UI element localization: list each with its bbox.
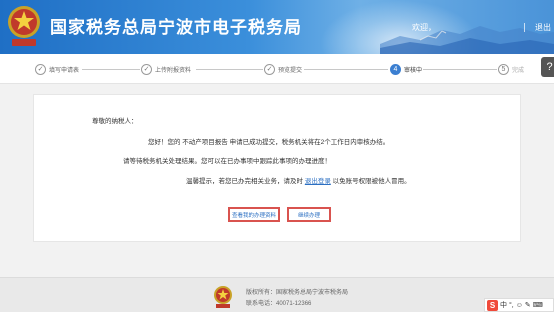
check-icon: ✓: [264, 63, 275, 75]
site-footer: 版权所有：国家税务总局宁波市税务局 联系电话：40071-12366: [0, 277, 554, 312]
view-my-documents-button[interactable]: 查看我的办理资料: [228, 207, 280, 222]
site-title: 国家税务总局宁波市电子税务局: [50, 18, 302, 37]
continue-button[interactable]: 继续办理: [287, 207, 331, 222]
welcome-text: 欢迎，: [412, 23, 436, 32]
reminder-prefix: 温馨提示，若您已办完相关业务，请及时: [186, 178, 303, 185]
step-connector: [423, 69, 497, 70]
header-divider: [524, 23, 525, 32]
button-label: 查看我的办理资料: [231, 212, 276, 219]
step-label: 填写申请表: [49, 67, 80, 74]
logout-reminder-link[interactable]: 退出登录: [305, 178, 331, 185]
submission-result-panel: 尊敬的纳税人： 您好！您的 不动产项目报告 申请已成功提交，税务机关将在2个工作…: [33, 94, 521, 242]
keyboard-icon[interactable]: ⌨: [533, 301, 543, 309]
step-complete: 5 完成: [498, 63, 524, 75]
handwriting-icon[interactable]: ✎: [525, 301, 531, 309]
punctuation-icon[interactable]: °,: [509, 302, 514, 309]
greeting-text: 尊敬的纳税人：: [92, 118, 138, 125]
step-preview-submit: ✓ 预览提交: [264, 63, 302, 75]
help-button[interactable]: ?: [541, 57, 554, 77]
step-number: 4: [390, 63, 401, 75]
step-upload-docs: ✓ 上传附报资料: [141, 63, 191, 75]
ime-toolbar[interactable]: S 中 °, ☺ ✎ ⌨: [484, 298, 554, 312]
site-header: 国家税务总局宁波市电子税务局 欢迎， 退出: [0, 0, 554, 54]
ime-mode-icon[interactable]: 中: [500, 300, 507, 310]
sogou-ime-icon[interactable]: S: [487, 299, 498, 311]
step-label: 完成: [512, 67, 525, 74]
check-icon: ✓: [141, 63, 152, 75]
step-label: 审核中: [404, 67, 423, 74]
tax-bureau-emblem-icon: [214, 286, 232, 308]
step-label: 上传附报资料: [155, 67, 192, 74]
button-label: 继续办理: [297, 212, 320, 219]
footer-copyright: 版权所有：国家税务总局宁波市税务局: [246, 290, 349, 296]
step-number: 5: [498, 63, 509, 75]
step-under-review: 4 审核中: [390, 63, 422, 75]
step-connector: [304, 69, 388, 70]
track-progress-message: 请等待税务机关处理结果。您可以在已办事项中跟踪此事项的办理进度！: [123, 158, 331, 165]
step-label: 预览提交: [278, 67, 303, 74]
progress-steps: ✓ 填写申请表 ✓ 上传附报资料 ✓ 预览提交 4 审核中 5 完成: [0, 54, 554, 84]
logout-link[interactable]: 退出: [535, 22, 551, 33]
step-connector: [82, 69, 140, 70]
tax-bureau-emblem-icon: [8, 6, 40, 46]
footer-phone: 联系电话：40071-12366: [246, 301, 312, 307]
check-icon: ✓: [35, 63, 46, 75]
step-connector: [196, 69, 263, 70]
emoji-icon[interactable]: ☺: [516, 302, 523, 309]
success-message: 您好！您的 不动产项目报告 申请已成功提交，税务机关将在2个工作日内审核办结。: [148, 139, 390, 146]
great-wall-graphic: [380, 26, 554, 54]
step-fill-form: ✓ 填写申请表: [35, 63, 79, 75]
reminder-suffix: 以免账号权限被他人冒用。: [332, 178, 411, 185]
logout-reminder: 温馨提示，若您已办完相关业务，请及时 退出登录 以免账号权限被他人冒用。: [186, 175, 411, 185]
